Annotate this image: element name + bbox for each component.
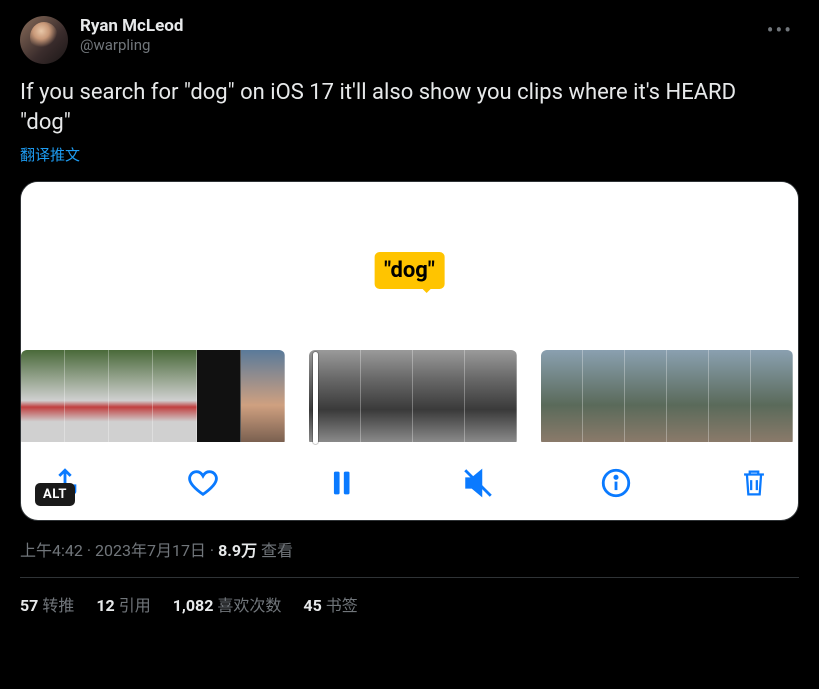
tweet-stats: 57转推 12引用 1,082喜欢次数 45书签 [20, 592, 799, 616]
author-handle[interactable]: @warpling [80, 36, 761, 54]
playhead[interactable] [313, 352, 318, 444]
meta-separator: · [87, 541, 95, 560]
pause-icon [324, 466, 358, 500]
views-label: 查看 [261, 541, 293, 560]
video-timeline[interactable] [21, 350, 798, 446]
tweet-header: Ryan McLeod @warpling ••• [20, 16, 799, 64]
author-display-name[interactable]: Ryan McLeod [80, 16, 761, 36]
media-toolbar [21, 446, 798, 520]
trash-button[interactable] [734, 463, 774, 503]
caption-bubble: "dog" [374, 252, 445, 289]
clip-group-3[interactable] [541, 350, 793, 446]
mute-button[interactable] [458, 463, 498, 503]
tweet-text: If you search for "dog" on iOS 17 it'll … [20, 78, 799, 138]
retweets-stat[interactable]: 57转推 [20, 592, 74, 616]
heart-icon [186, 466, 220, 500]
likes-stat[interactable]: 1,082喜欢次数 [173, 592, 282, 616]
meta-separator: · [210, 541, 218, 560]
video-thumbnail [583, 350, 625, 442]
video-thumbnail [413, 350, 465, 442]
tweet-date[interactable]: 2023年7月17日 [95, 541, 206, 560]
video-thumbnail [21, 350, 65, 442]
info-icon [599, 466, 633, 500]
tweet-container: Ryan McLeod @warpling ••• If you search … [0, 0, 819, 628]
pause-button[interactable] [321, 463, 361, 503]
video-thumbnail [197, 350, 241, 442]
video-thumbnail [465, 350, 517, 442]
video-thumbnail [153, 350, 197, 442]
divider [20, 577, 799, 578]
video-thumbnail [667, 350, 709, 442]
tweet-time[interactable]: 上午4:42 [20, 541, 83, 560]
alt-badge[interactable]: ALT [35, 483, 75, 506]
clip-group-1[interactable] [21, 350, 285, 446]
like-button[interactable] [183, 463, 223, 503]
author-block: Ryan McLeod @warpling [80, 16, 761, 54]
bookmarks-stat[interactable]: 45书签 [303, 592, 357, 616]
video-thumbnail [65, 350, 109, 442]
video-thumbnail [241, 350, 285, 442]
media-attachment[interactable]: "dog" [20, 181, 799, 521]
quotes-stat[interactable]: 12引用 [96, 592, 150, 616]
media-preview-area: "dog" [21, 182, 798, 446]
info-button[interactable] [596, 463, 636, 503]
clip-group-2[interactable] [309, 350, 517, 446]
video-thumbnail [709, 350, 751, 442]
video-thumbnail [625, 350, 667, 442]
mute-icon [461, 466, 495, 500]
tweet-meta: 上午4:42 · 2023年7月17日 · 8.9万 查看 [20, 537, 799, 561]
video-thumbnail [361, 350, 413, 442]
video-thumbnail [751, 350, 793, 442]
video-thumbnail [109, 350, 153, 442]
more-options-button[interactable]: ••• [761, 16, 799, 44]
translate-link[interactable]: 翻译推文 [20, 144, 799, 165]
views-count: 8.9万 [218, 541, 257, 560]
avatar[interactable] [20, 16, 68, 64]
trash-icon [737, 466, 771, 500]
video-thumbnail [541, 350, 583, 442]
